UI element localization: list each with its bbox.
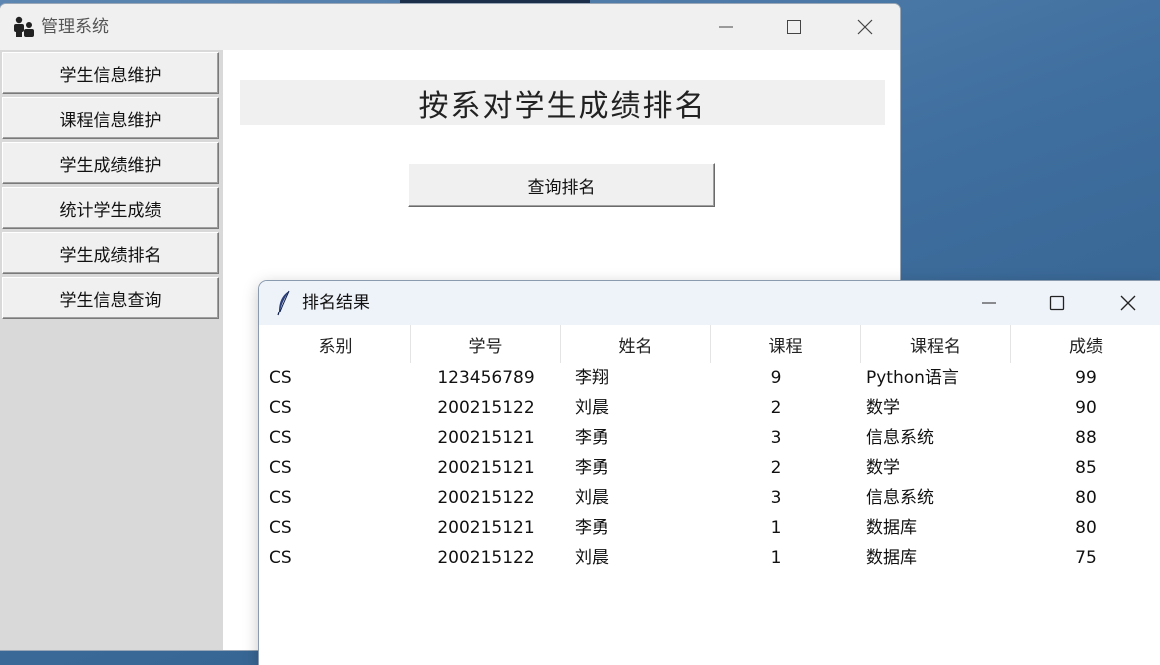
table-row[interactable]: CS 200215122 刘晨 1 数据库 75: [261, 543, 1158, 573]
cell-name: 李勇: [575, 518, 609, 538]
cell-dept: CS: [269, 428, 292, 448]
cell-dept: CS: [269, 458, 292, 478]
cell-course: 9: [770, 368, 782, 388]
main-window-title: 管理系统: [41, 17, 109, 37]
query-rank-button[interactable]: 查询排名: [408, 163, 715, 207]
sidebar-item-grade-rank[interactable]: 学生成绩排名: [2, 232, 219, 274]
desktop-background: 管理系统 学生信息维护 课程信息维护 学生成绩维护 统计学生成绩 学生成绩排名 …: [0, 0, 1160, 665]
result-window-title: 排名结果: [302, 293, 370, 313]
column-header-course-name[interactable]: 课程名: [861, 325, 1011, 363]
cell-course-name: 信息系统: [866, 488, 934, 508]
cell-course: 3: [770, 488, 782, 508]
result-titlebar[interactable]: 排名结果: [259, 281, 1160, 325]
sidebar: 学生信息维护 课程信息维护 学生成绩维护 统计学生成绩 学生成绩排名 学生信息查…: [0, 50, 223, 650]
cell-student-id: 200215122: [437, 398, 535, 418]
cell-dept: CS: [269, 398, 292, 418]
sidebar-item-grade-maintain[interactable]: 学生成绩维护: [2, 142, 219, 184]
cell-course: 2: [770, 398, 782, 418]
cell-student-id: 200215122: [437, 488, 535, 508]
cell-name: 李勇: [575, 428, 609, 448]
cell-student-id: 200215122: [437, 548, 535, 568]
cell-course-name: 数据库: [866, 548, 917, 568]
close-icon: [1120, 295, 1136, 311]
maximize-button[interactable]: [771, 10, 817, 44]
users-icon: [14, 16, 34, 37]
close-icon: [857, 19, 873, 35]
result-window: 排名结果 系别 学号 姓名 课程 课程名 成绩 CS 123456789 李翔 9 Py…: [259, 281, 1160, 665]
close-button[interactable]: [842, 10, 888, 44]
cell-name: 刘晨: [575, 548, 609, 568]
cell-name: 李勇: [575, 458, 609, 478]
result-maximize-button[interactable]: [1034, 286, 1080, 320]
column-header-name[interactable]: 姓名: [561, 325, 711, 363]
column-header-dept[interactable]: 系别: [261, 325, 411, 363]
cell-course: 1: [770, 518, 782, 538]
table-row[interactable]: CS 200215121 李勇 3 信息系统 88: [261, 423, 1158, 453]
cell-student-id: 200215121: [437, 458, 535, 478]
page-title: 按系对学生成绩排名: [240, 80, 885, 125]
cell-course-name: 数学: [866, 458, 900, 478]
cell-score: 85: [1075, 458, 1097, 478]
sidebar-item-student-query[interactable]: 学生信息查询: [2, 277, 219, 319]
cell-student-id: 200215121: [437, 518, 535, 538]
sidebar-item-course-info[interactable]: 课程信息维护: [2, 97, 219, 139]
cell-course-name: Python语言: [866, 368, 959, 388]
cell-dept: CS: [269, 548, 292, 568]
cell-name: 李翔: [575, 368, 609, 388]
cell-dept: CS: [269, 488, 292, 508]
cell-student-id: 123456789: [437, 368, 535, 388]
cell-score: 75: [1075, 548, 1097, 568]
table-row[interactable]: CS 200215121 李勇 2 数学 85: [261, 453, 1158, 483]
cell-course-name: 数据库: [866, 518, 917, 538]
cell-course: 2: [770, 458, 782, 478]
cell-score: 90: [1075, 398, 1097, 418]
table-row[interactable]: CS 200215122 刘晨 3 信息系统 80: [261, 483, 1158, 513]
cell-dept: CS: [269, 518, 292, 538]
maximize-icon: [1049, 295, 1065, 311]
column-header-student-id[interactable]: 学号: [411, 325, 561, 363]
sidebar-item-grade-stats[interactable]: 统计学生成绩: [2, 187, 219, 229]
result-minimize-button[interactable]: [966, 286, 1012, 320]
cell-name: 刘晨: [575, 398, 609, 418]
cell-score: 88: [1075, 428, 1097, 448]
cell-name: 刘晨: [575, 488, 609, 508]
minimize-icon: [982, 302, 996, 304]
table-row[interactable]: CS 200215121 李勇 1 数据库 80: [261, 513, 1158, 543]
maximize-icon: [787, 20, 801, 34]
column-header-course[interactable]: 课程: [711, 325, 861, 363]
cell-student-id: 200215121: [437, 428, 535, 448]
cell-course: 3: [770, 428, 782, 448]
table-header: 系别 学号 姓名 课程 课程名 成绩: [261, 325, 1158, 363]
cell-course: 1: [770, 548, 782, 568]
minimize-button[interactable]: [703, 10, 749, 44]
table-row[interactable]: CS 123456789 李翔 9 Python语言 99: [261, 363, 1158, 393]
cell-dept: CS: [269, 368, 292, 388]
sidebar-item-student-info[interactable]: 学生信息维护: [2, 52, 219, 94]
minimize-icon: [719, 26, 733, 28]
cell-score: 99: [1075, 368, 1097, 388]
result-close-button[interactable]: [1105, 286, 1151, 320]
cell-course-name: 信息系统: [866, 428, 934, 448]
main-titlebar[interactable]: 管理系统: [0, 4, 900, 50]
feather-icon: [277, 290, 290, 316]
table-row[interactable]: CS 200215122 刘晨 2 数学 90: [261, 393, 1158, 423]
cell-score: 80: [1075, 518, 1097, 538]
cell-score: 80: [1075, 488, 1097, 508]
column-header-score[interactable]: 成绩: [1011, 325, 1160, 363]
cell-course-name: 数学: [866, 398, 900, 418]
result-table: 系别 学号 姓名 课程 课程名 成绩 CS 123456789 李翔 9 Python语…: [261, 325, 1158, 665]
